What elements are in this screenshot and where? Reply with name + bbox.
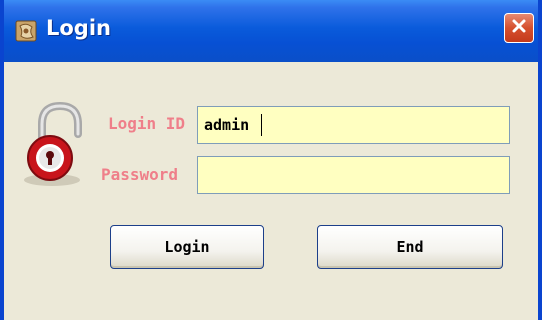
padlock-icon <box>20 100 90 190</box>
login-id-input[interactable] <box>197 106 510 144</box>
close-button[interactable] <box>504 13 534 43</box>
password-input[interactable] <box>197 156 510 194</box>
password-label: Password <box>101 165 179 184</box>
login-button[interactable]: Login <box>110 225 264 269</box>
login-dialog: Login Login ID Password Login End <box>0 0 542 320</box>
window-title: Login <box>46 16 111 40</box>
app-icon <box>14 18 40 44</box>
login-id-label: Login ID <box>108 114 186 133</box>
text-caret <box>261 114 262 136</box>
close-icon <box>511 18 527 38</box>
title-bar[interactable]: Login <box>4 0 538 62</box>
end-button[interactable]: End <box>317 225 503 269</box>
